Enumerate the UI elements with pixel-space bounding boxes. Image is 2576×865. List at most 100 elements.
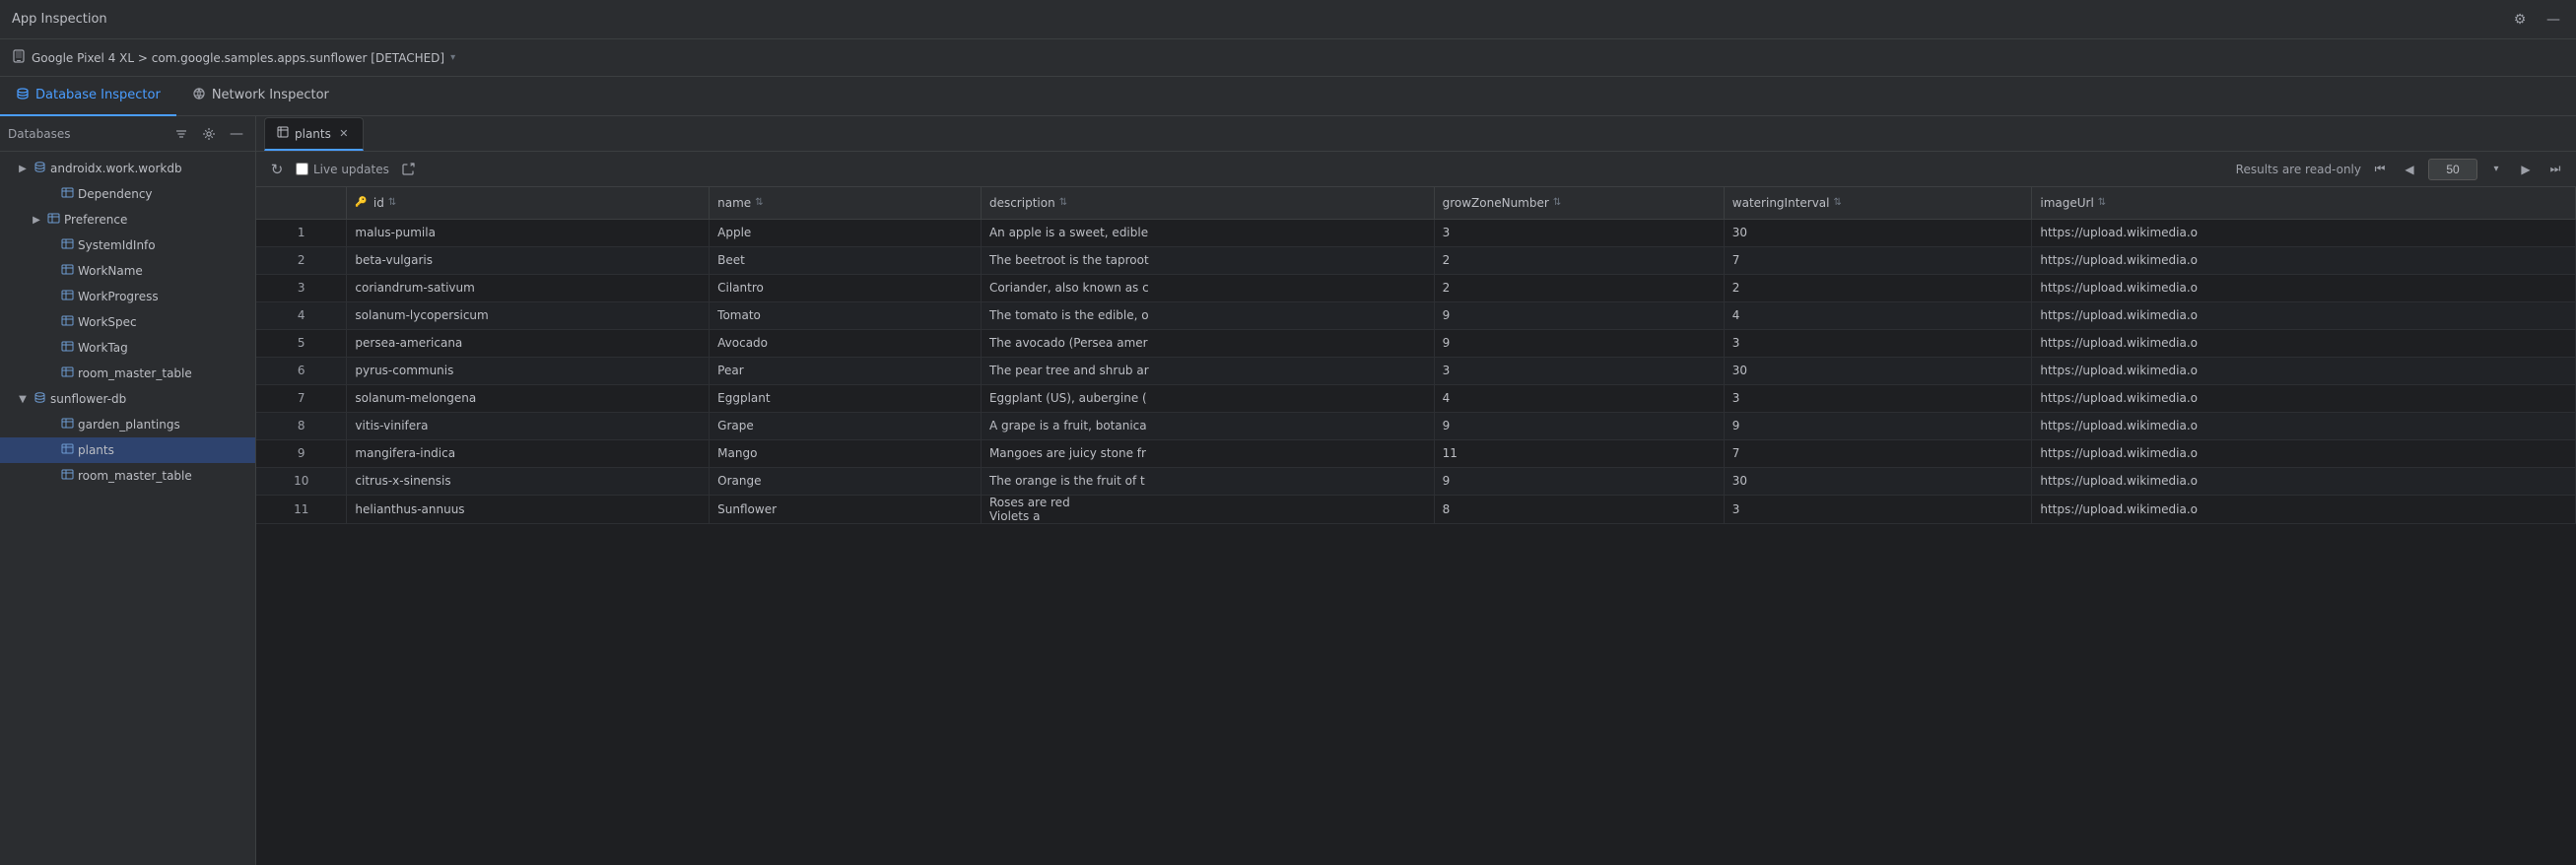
cell-name: Eggplant: [710, 384, 982, 412]
col-watering[interactable]: wateringInterval ⇅: [1724, 187, 2032, 219]
table-row[interactable]: 4 solanum-lycopersicum Tomato The tomato…: [256, 301, 2576, 329]
workdb-room-label: room_master_table: [78, 366, 192, 380]
watering-sort-icon[interactable]: ⇅: [1834, 197, 1842, 208]
device-label: Google Pixel 4 XL > com.google.samples.a…: [32, 51, 444, 65]
table-row[interactable]: 3 coriandrum-sativum Cilantro Coriander,…: [256, 274, 2576, 301]
collapse-icon[interactable]: —: [226, 123, 247, 145]
pagination-input[interactable]: [2428, 159, 2477, 180]
tree-item-sunflower-room-master[interactable]: room_master_table: [0, 463, 255, 489]
cell-watering: 30: [1724, 357, 2032, 384]
description-sort-icon[interactable]: ⇅: [1059, 197, 1067, 208]
filter-icon[interactable]: [170, 123, 192, 145]
tree-item-garden-plantings[interactable]: garden_plantings: [0, 412, 255, 437]
tree-item-workname[interactable]: WorkName: [0, 258, 255, 284]
sunflowerdb-icon: [34, 391, 46, 407]
cell-id: solanum-lycopersicum: [347, 301, 710, 329]
cell-watering: 3: [1724, 329, 2032, 357]
table-header-row: 🔑 id ⇅ name ⇅: [256, 187, 2576, 219]
cell-imageurl: https://upload.wikimedia.o: [2032, 357, 2576, 384]
refresh-icon[interactable]: ↻: [266, 159, 288, 180]
minimize-icon[interactable]: —: [2542, 9, 2564, 31]
preference-table-icon: [47, 212, 60, 229]
table-row[interactable]: 9 mangifera-indica Mango Mangoes are jui…: [256, 439, 2576, 467]
pagination-last[interactable]: ⏭: [2544, 159, 2566, 180]
tree-item-workprogress[interactable]: WorkProgress: [0, 284, 255, 309]
id-sort-icon[interactable]: ⇅: [388, 197, 396, 208]
col-imageurl[interactable]: imageUrl ⇅: [2032, 187, 2576, 219]
cell-name: Grape: [710, 412, 982, 439]
imageurl-sort-icon[interactable]: ⇅: [2098, 197, 2106, 208]
table-row[interactable]: 7 solanum-melongena Eggplant Eggplant (U…: [256, 384, 2576, 412]
cell-name: Tomato: [710, 301, 982, 329]
col-growzone[interactable]: growZoneNumber ⇅: [1434, 187, 1724, 219]
settings-icon[interactable]: ⚙: [2509, 9, 2531, 31]
pagination-prev[interactable]: ◀: [2399, 159, 2420, 180]
cell-imageurl: https://upload.wikimedia.o: [2032, 439, 2576, 467]
inspector-tabs: Database Inspector Network Inspector: [0, 77, 2576, 116]
table-row[interactable]: 10 citrus-x-sinensis Orange The orange i…: [256, 467, 2576, 495]
device-dropdown-icon[interactable]: ▾: [450, 52, 455, 63]
cell-id: vitis-vinifera: [347, 412, 710, 439]
cell-name: Cilantro: [710, 274, 982, 301]
table-container: 🔑 id ⇅ name ⇅: [256, 187, 2576, 865]
live-updates-text: Live updates: [313, 163, 389, 176]
cell-rownum: 7: [256, 384, 347, 412]
cell-name: Apple: [710, 219, 982, 246]
sidebar-settings-icon[interactable]: [198, 123, 220, 145]
tree-item-systemidinfo[interactable]: SystemIdInfo: [0, 233, 255, 258]
tree-item-preference[interactable]: ▶ Preference: [0, 207, 255, 233]
cell-name: Sunflower: [710, 495, 982, 523]
pagination-dropdown[interactable]: ▾: [2485, 159, 2507, 180]
col-name[interactable]: name ⇅: [710, 187, 982, 219]
cell-watering: 3: [1724, 384, 2032, 412]
table-row[interactable]: 8 vitis-vinifera Grape A grape is a frui…: [256, 412, 2576, 439]
tabs-bar: plants ✕: [256, 116, 2576, 152]
tree-item-worktag[interactable]: WorkTag: [0, 335, 255, 361]
tree-item-workdb-room-master[interactable]: room_master_table: [0, 361, 255, 386]
db-inspector-icon: [16, 87, 30, 104]
name-sort-icon[interactable]: ⇅: [755, 197, 763, 208]
workdb-room-table-icon: [61, 366, 74, 382]
cell-growzone: 9: [1434, 412, 1724, 439]
col-id[interactable]: 🔑 id ⇅: [347, 187, 710, 219]
table-row[interactable]: 11 helianthus-annuus Sunflower Roses are…: [256, 495, 2576, 523]
table-row[interactable]: 5 persea-americana Avocado The avocado (…: [256, 329, 2576, 357]
readonly-text: Results are read-only: [2236, 163, 2361, 176]
tree-item-plants[interactable]: plants: [0, 437, 255, 463]
live-updates-checkbox[interactable]: [296, 163, 308, 175]
cell-rownum: 5: [256, 329, 347, 357]
tree-item-workdb[interactable]: ▶ androidx.work.workdb: [0, 156, 255, 181]
table-row[interactable]: 1 malus-pumila Apple An apple is a sweet…: [256, 219, 2576, 246]
col-description[interactable]: description ⇅: [981, 187, 1434, 219]
plants-tab-icon: [277, 126, 289, 141]
query-toolbar-right: Results are read-only ⏮ ◀ ▾ ▶ ⏭: [2236, 159, 2566, 180]
tree-item-workspec[interactable]: WorkSpec: [0, 309, 255, 335]
cell-description: The tomato is the edible, o: [981, 301, 1434, 329]
title-bar-right: ⚙ —: [2509, 9, 2564, 31]
export-icon[interactable]: [397, 159, 419, 180]
growzone-sort-icon[interactable]: ⇅: [1553, 197, 1561, 208]
tree-item-sunflower-db[interactable]: ▼ sunflower-db: [0, 386, 255, 412]
live-updates-label[interactable]: Live updates: [296, 163, 389, 176]
content-area: plants ✕ ↻ Live updates Results are read…: [256, 116, 2576, 865]
plants-tab-close[interactable]: ✕: [337, 127, 351, 141]
databases-label: Databases: [8, 127, 165, 141]
tree-item-dependency[interactable]: Dependency: [0, 181, 255, 207]
garden-table-icon: [61, 417, 74, 433]
worktag-label: WorkTag: [78, 341, 128, 355]
tab-db-label: Database Inspector: [35, 88, 161, 102]
cell-description: The pear tree and shrub ar: [981, 357, 1434, 384]
cell-id: citrus-x-sinensis: [347, 467, 710, 495]
table-row[interactable]: 6 pyrus-communis Pear The pear tree and …: [256, 357, 2576, 384]
table-row[interactable]: 2 beta-vulgaris Beet The beetroot is the…: [256, 246, 2576, 274]
cell-description: A grape is a fruit, botanica: [981, 412, 1434, 439]
cell-id: persea-americana: [347, 329, 710, 357]
cell-description: Eggplant (US), aubergine (: [981, 384, 1434, 412]
plants-tab[interactable]: plants ✕: [264, 117, 364, 151]
pagination-next[interactable]: ▶: [2515, 159, 2537, 180]
plants-tab-label: plants: [295, 127, 331, 141]
pagination-first[interactable]: ⏮: [2369, 159, 2391, 180]
sidebar: Databases — ▶: [0, 116, 256, 865]
tab-network-inspector[interactable]: Network Inspector: [176, 77, 345, 116]
tab-database-inspector[interactable]: Database Inspector: [0, 77, 176, 116]
